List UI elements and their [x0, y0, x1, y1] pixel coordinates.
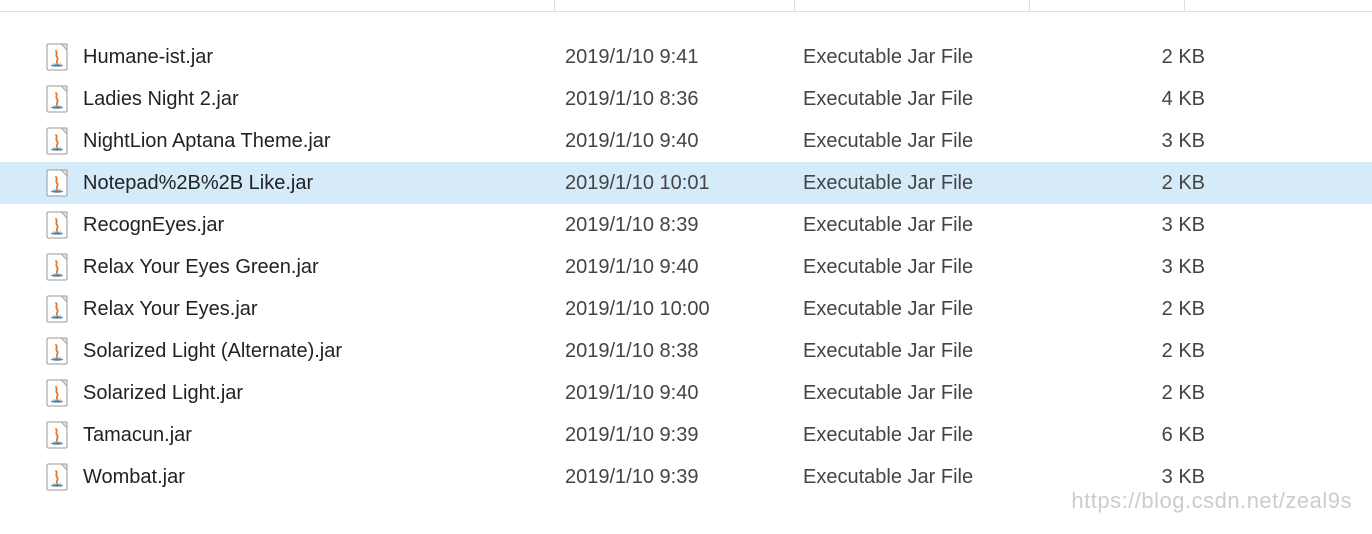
jar-file-icon: [45, 253, 83, 281]
file-row[interactable]: Notepad%2B%2B Like.jar2019/1/10 10:01Exe…: [0, 162, 1372, 204]
file-type: Executable Jar File: [803, 46, 1040, 69]
file-name: NightLion Aptana Theme.jar: [83, 130, 565, 153]
file-date: 2019/1/10 8:39: [565, 214, 803, 237]
file-size: 3 KB: [1040, 256, 1215, 279]
file-date: 2019/1/10 8:36: [565, 88, 803, 111]
file-row[interactable]: Tamacun.jar2019/1/10 9:39Executable Jar …: [0, 414, 1372, 456]
jar-file-icon: [45, 337, 83, 365]
file-row[interactable]: Relax Your Eyes Green.jar2019/1/10 9:40E…: [0, 246, 1372, 288]
file-date: 2019/1/10 8:38: [565, 340, 803, 363]
file-type: Executable Jar File: [803, 130, 1040, 153]
file-name: Wombat.jar: [83, 466, 565, 489]
file-name: Ladies Night 2.jar: [83, 88, 565, 111]
jar-file-icon: [45, 211, 83, 239]
file-size: 2 KB: [1040, 46, 1215, 69]
file-type: Executable Jar File: [803, 340, 1040, 363]
file-size: 3 KB: [1040, 130, 1215, 153]
file-name: Solarized Light (Alternate).jar: [83, 340, 565, 363]
file-size: 2 KB: [1040, 298, 1215, 321]
file-size: 3 KB: [1040, 466, 1215, 489]
file-size: 3 KB: [1040, 214, 1215, 237]
file-name: Humane-ist.jar: [83, 46, 565, 69]
file-type: Executable Jar File: [803, 172, 1040, 195]
file-size: 2 KB: [1040, 382, 1215, 405]
file-row[interactable]: Solarized Light.jar2019/1/10 9:40Executa…: [0, 372, 1372, 414]
file-size: 4 KB: [1040, 88, 1215, 111]
column-header-type[interactable]: 类型: [795, 0, 1030, 11]
file-row[interactable]: RecognEyes.jar2019/1/10 8:39Executable J…: [0, 204, 1372, 246]
file-type: Executable Jar File: [803, 298, 1040, 321]
column-header-date[interactable]: 修改日期: [555, 0, 795, 11]
file-row[interactable]: Ladies Night 2.jar2019/1/10 8:36Executab…: [0, 78, 1372, 120]
file-size: 2 KB: [1040, 172, 1215, 195]
file-name: Tamacun.jar: [83, 424, 565, 447]
file-size: 2 KB: [1040, 340, 1215, 363]
file-date: 2019/1/10 9:39: [565, 466, 803, 489]
file-name: Solarized Light.jar: [83, 382, 565, 405]
file-row[interactable]: Humane-ist.jar2019/1/10 9:41Executable J…: [0, 36, 1372, 78]
jar-file-icon: [45, 169, 83, 197]
file-type: Executable Jar File: [803, 382, 1040, 405]
file-type: Executable Jar File: [803, 88, 1040, 111]
file-name: RecognEyes.jar: [83, 214, 565, 237]
jar-file-icon: [45, 463, 83, 491]
file-type: Executable Jar File: [803, 466, 1040, 489]
file-row[interactable]: Wombat.jar2019/1/10 9:39Executable Jar F…: [0, 456, 1372, 498]
file-type: Executable Jar File: [803, 256, 1040, 279]
file-date: 2019/1/10 10:00: [565, 298, 803, 321]
file-name: Relax Your Eyes Green.jar: [83, 256, 565, 279]
file-date: 2019/1/10 10:01: [565, 172, 803, 195]
file-date: 2019/1/10 9:40: [565, 382, 803, 405]
file-list: Humane-ist.jar2019/1/10 9:41Executable J…: [0, 12, 1372, 498]
jar-file-icon: [45, 43, 83, 71]
column-header-name[interactable]: 名称: [40, 0, 555, 11]
jar-file-icon: [45, 127, 83, 155]
file-row[interactable]: NightLion Aptana Theme.jar2019/1/10 9:40…: [0, 120, 1372, 162]
file-name: Relax Your Eyes.jar: [83, 298, 565, 321]
jar-file-icon: [45, 421, 83, 449]
column-headers: 名称 修改日期 类型 大小: [0, 0, 1372, 12]
file-date: 2019/1/10 9:40: [565, 256, 803, 279]
jar-file-icon: [45, 295, 83, 323]
file-type: Executable Jar File: [803, 214, 1040, 237]
file-date: 2019/1/10 9:39: [565, 424, 803, 447]
file-type: Executable Jar File: [803, 424, 1040, 447]
file-date: 2019/1/10 9:40: [565, 130, 803, 153]
file-date: 2019/1/10 9:41: [565, 46, 803, 69]
file-size: 6 KB: [1040, 424, 1215, 447]
file-row[interactable]: Solarized Light (Alternate).jar2019/1/10…: [0, 330, 1372, 372]
jar-file-icon: [45, 379, 83, 407]
column-header-size[interactable]: 大小: [1030, 0, 1185, 11]
file-name: Notepad%2B%2B Like.jar: [83, 172, 565, 195]
file-row[interactable]: Relax Your Eyes.jar2019/1/10 10:00Execut…: [0, 288, 1372, 330]
jar-file-icon: [45, 85, 83, 113]
